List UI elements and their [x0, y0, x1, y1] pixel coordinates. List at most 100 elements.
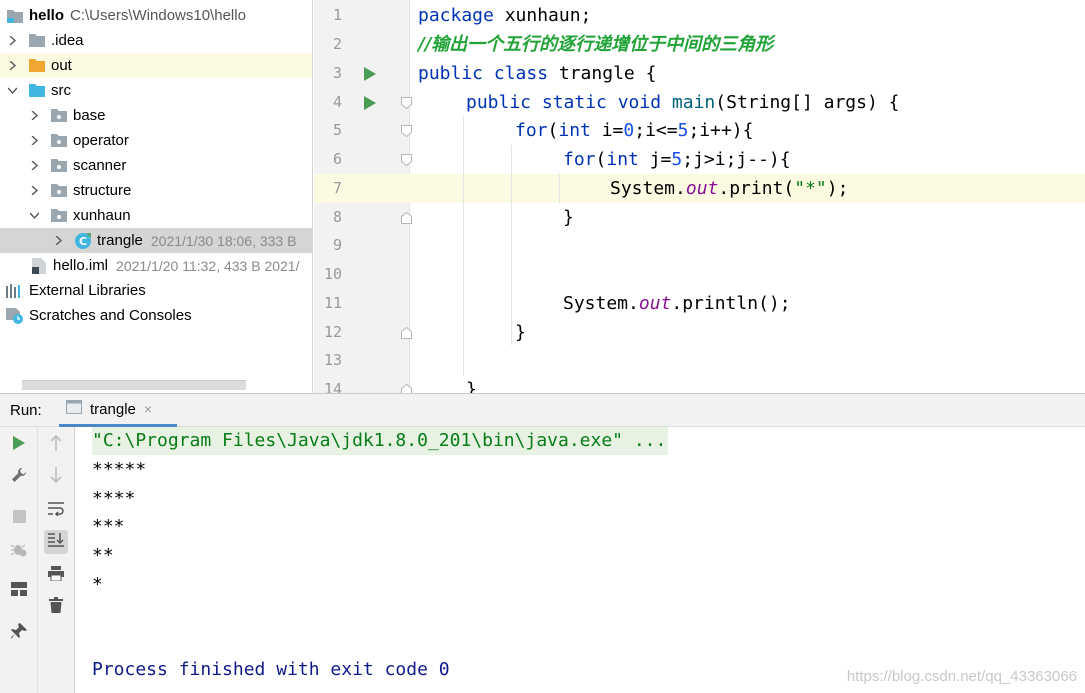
package-icon	[50, 208, 68, 224]
chevron-right-icon[interactable]	[52, 228, 64, 253]
tree-item-label: trangle	[97, 232, 143, 249]
chevron-right-icon[interactable]	[6, 53, 18, 78]
down-arrow-icon	[50, 466, 62, 488]
tree-item-label: out	[51, 57, 72, 74]
line-number: 8	[332, 208, 342, 226]
chevron-down-icon[interactable]	[28, 203, 40, 228]
run-icon	[13, 435, 25, 455]
code-editor[interactable]: 1 2 3 4 5 6 7 8 9 10 11 12 13 14 package…	[314, 0, 1085, 393]
previous-occurrence-button[interactable]	[44, 433, 68, 457]
run-tool-window-header: Run: trangle ×	[0, 393, 1085, 427]
code-line-5: for(int i=0;i<=5;i++){	[515, 116, 753, 145]
code-token: 5	[677, 120, 689, 141]
tree-item-label: scanner	[73, 157, 127, 174]
scratches-icon	[6, 307, 24, 324]
code-token: ;i<=	[634, 120, 678, 141]
tree-item-xunhaun[interactable]: xunhaun	[0, 203, 312, 228]
stop-button[interactable]	[7, 507, 31, 531]
code-token: for	[563, 149, 596, 170]
libraries-icon	[6, 283, 24, 299]
print-button[interactable]	[44, 564, 68, 588]
pin-tab-button[interactable]	[7, 621, 31, 645]
chevron-right-icon[interactable]	[28, 128, 40, 153]
code-line-7: System.out.print("*");	[610, 174, 848, 203]
tree-item-operator[interactable]: operator	[0, 128, 312, 153]
fold-marker-icon[interactable]	[401, 88, 415, 117]
console-output-line: **	[92, 545, 114, 566]
run-tab-trangle[interactable]: trangle ×	[59, 394, 177, 427]
project-folder-icon	[6, 8, 24, 24]
chevron-down-icon[interactable]	[6, 78, 18, 103]
code-line-11: System.out.println();	[563, 289, 791, 318]
tree-item-external-libraries[interactable]: External Libraries	[0, 278, 312, 303]
line-number: 2	[332, 35, 342, 53]
tree-item-idea[interactable]: .idea	[0, 28, 312, 53]
folder-icon	[28, 33, 46, 49]
edit-configuration-button[interactable]	[7, 465, 31, 489]
code-token: .println();	[671, 293, 791, 314]
rerun-button[interactable]	[7, 433, 31, 457]
line-number: 12	[323, 323, 342, 341]
clear-all-button[interactable]	[44, 595, 68, 619]
soft-wrap-icon	[48, 501, 64, 521]
line-number: 1	[332, 6, 342, 24]
code-token: }	[466, 379, 477, 393]
tree-item-out[interactable]: out	[0, 53, 312, 78]
project-tree-panel: hello C:\Users\Windows10\hello .idea out…	[0, 0, 313, 393]
code-token: for	[515, 120, 548, 141]
tree-item-label: .idea	[51, 32, 84, 49]
trash-icon	[49, 596, 63, 618]
project-horizontal-scrollbar[interactable]	[22, 380, 246, 390]
run-main-icon[interactable]	[364, 88, 378, 117]
console-output-line: *	[92, 574, 103, 595]
run-class-icon[interactable]	[364, 59, 378, 88]
fold-marker-icon[interactable]	[401, 145, 415, 174]
watermark: https://blog.csdn.net/qq_43363066	[846, 668, 1077, 685]
chevron-right-icon[interactable]	[28, 178, 40, 203]
tree-item-base[interactable]: base	[0, 103, 312, 128]
code-line-14: }	[466, 375, 477, 393]
line-number: 9	[332, 236, 342, 254]
code-line-8: }	[563, 203, 574, 232]
close-icon[interactable]: ×	[144, 401, 152, 417]
code-token: ;i++){	[688, 120, 754, 141]
chevron-right-icon[interactable]	[6, 28, 18, 53]
debug-button[interactable]	[7, 539, 31, 563]
fold-end-marker-icon[interactable]	[401, 375, 415, 393]
indent-guide	[463, 116, 464, 376]
code-token: out	[685, 178, 719, 199]
scroll-to-end-button[interactable]	[44, 530, 68, 554]
code-token: public static void	[466, 92, 662, 113]
run-tab-label: trangle	[90, 400, 136, 418]
layout-button[interactable]	[7, 579, 31, 603]
tree-root-hello[interactable]: hello C:\Users\Windows10\hello	[0, 3, 312, 28]
line-number: 6	[332, 150, 342, 168]
tree-item-scratches[interactable]: Scratches and Consoles	[0, 303, 312, 328]
tree-item-trangle[interactable]: C trangle 2021/1/30 18:06, 333 B	[0, 228, 312, 253]
up-arrow-icon	[50, 434, 62, 456]
run-label: Run:	[10, 402, 42, 419]
tree-item-label: Scratches and Consoles	[29, 307, 192, 324]
code-token: (String[] args) {	[715, 92, 900, 113]
code-token: main	[661, 92, 716, 113]
code-token: }	[515, 322, 526, 343]
chevron-right-icon[interactable]	[28, 153, 40, 178]
tree-item-scanner[interactable]: scanner	[0, 153, 312, 178]
source-folder-icon	[28, 83, 46, 99]
next-occurrence-button[interactable]	[44, 465, 68, 489]
package-icon	[50, 133, 68, 149]
soft-wrap-button[interactable]	[44, 499, 68, 523]
tree-item-hello-iml[interactable]: hello.iml 2021/1/20 11:32, 433 B 2021/	[0, 253, 312, 278]
console-output[interactable]: "C:\Program Files\Java\jdk1.8.0_201\bin\…	[86, 427, 1085, 693]
fold-marker-icon[interactable]	[401, 116, 415, 145]
fold-end-marker-icon[interactable]	[401, 318, 415, 347]
package-icon	[50, 108, 68, 124]
chevron-right-icon[interactable]	[28, 103, 40, 128]
console-exit-message: Process finished with exit code 0	[92, 659, 450, 680]
tree-item-structure[interactable]: structure	[0, 178, 312, 203]
code-line-2: //输出一个五行的逐行递增位于中间的三角形	[418, 30, 773, 59]
indent-guide	[511, 145, 512, 345]
svg-text:C: C	[79, 235, 87, 248]
tree-item-src[interactable]: src	[0, 78, 312, 103]
fold-end-marker-icon[interactable]	[401, 203, 415, 232]
